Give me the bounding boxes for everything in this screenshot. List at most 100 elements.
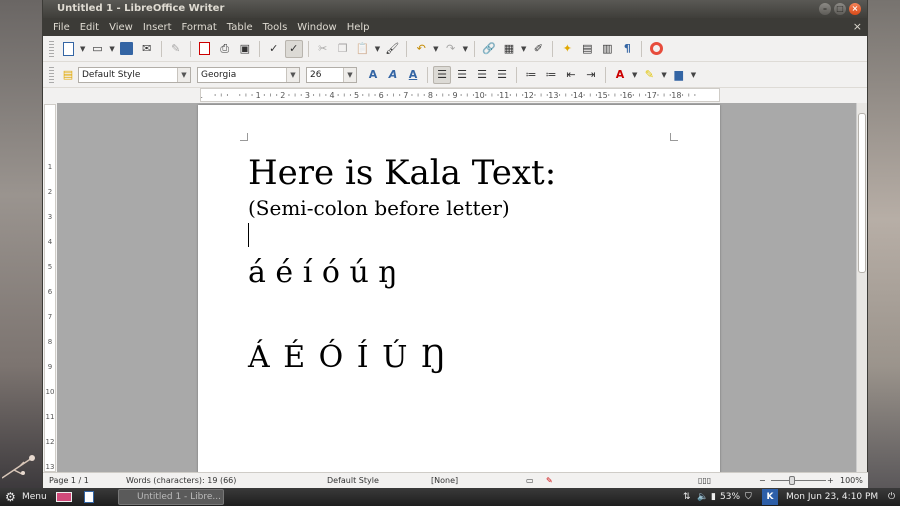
scrollbar-thumb[interactable] — [858, 113, 866, 273]
close-document-button[interactable]: × — [853, 20, 862, 33]
undo-icon[interactable]: ↶ — [412, 40, 430, 58]
align-center-icon[interactable]: ☰ — [453, 66, 471, 84]
edit-file-icon[interactable]: ✎ — [167, 40, 185, 58]
chevron-down-icon[interactable]: ▼ — [521, 45, 526, 53]
decrease-indent-icon[interactable]: ⇤ — [562, 66, 580, 84]
templates-icon[interactable]: ▭ — [88, 40, 106, 58]
zoom-out-icon[interactable]: − — [759, 473, 766, 488]
data-sources-icon[interactable]: ▥ — [598, 40, 616, 58]
hyperlink-icon[interactable]: 🔗 — [480, 40, 498, 58]
chevron-down-icon[interactable]: ▼ — [80, 45, 85, 53]
menu-edit[interactable]: Edit — [75, 22, 104, 33]
help-icon[interactable] — [647, 40, 665, 58]
language-status[interactable]: [None] — [431, 473, 458, 488]
toolbar-grip[interactable] — [49, 66, 54, 83]
font-color-icon[interactable]: A — [611, 66, 629, 84]
redo-icon[interactable]: ↷ — [442, 40, 460, 58]
doc-heading-line[interactable]: Here is Kala Text: — [248, 153, 556, 193]
menu-help[interactable]: Help — [342, 22, 375, 33]
increase-indent-icon[interactable]: ⇥ — [582, 66, 600, 84]
keyboard-layout-icon[interactable]: K — [762, 489, 778, 505]
table-icon[interactable]: ▦ — [500, 40, 518, 58]
document-canvas[interactable]: Here is Kala Text: (Semi-colon before le… — [57, 103, 856, 472]
italic-icon[interactable]: A — [384, 66, 402, 84]
cut-icon[interactable]: ✂ — [314, 40, 332, 58]
align-left-icon[interactable]: ☰ — [433, 65, 451, 84]
formatting-marks-icon[interactable]: ¶ — [618, 40, 636, 58]
chevron-down-icon[interactable]: ▼ — [286, 67, 299, 82]
chevron-down-icon[interactable]: ▼ — [177, 67, 190, 82]
vertical-ruler[interactable]: 1 2 3 4 5 6 7 8 9 10 11 12 13 — [44, 104, 56, 472]
word-count[interactable]: Words (characters): 19 (66) — [126, 473, 236, 488]
zoom-level[interactable]: 100% — [840, 473, 863, 488]
chevron-down-icon[interactable]: ▼ — [661, 71, 666, 79]
volume-icon[interactable]: 🔈 — [697, 488, 708, 506]
styles-and-formatting-icon[interactable]: ▤ — [59, 66, 77, 84]
menu-format[interactable]: Format — [177, 22, 222, 33]
zoom-slider-thumb[interactable] — [789, 476, 795, 485]
chevron-down-icon[interactable]: ▼ — [463, 45, 468, 53]
minimize-button[interactable]: – — [819, 3, 831, 15]
clone-formatting-icon[interactable]: 🖌 — [383, 40, 401, 58]
horizontal-ruler[interactable]: 1123456789101112131415161718 — [198, 88, 720, 102]
paragraph-style-combo[interactable]: Default Style ▼ — [78, 66, 191, 83]
selection-mode-icon[interactable]: ▭ — [526, 473, 534, 488]
view-layout-icon[interactable]: ▯▯▯ — [698, 473, 711, 488]
chevron-down-icon[interactable]: ▼ — [343, 67, 356, 82]
background-color-icon[interactable]: ▆ — [670, 66, 688, 84]
copy-icon[interactable]: ❐ — [334, 40, 352, 58]
highlighting-icon[interactable]: ✎ — [640, 66, 658, 84]
document-modified-icon[interactable]: ✎ — [546, 473, 553, 488]
bullets-icon[interactable]: ≔ — [542, 66, 560, 84]
paste-icon[interactable]: 📋 — [354, 40, 372, 58]
align-right-icon[interactable]: ☰ — [473, 66, 491, 84]
font-size-combo[interactable]: 26 ▼ — [306, 66, 357, 83]
chevron-down-icon[interactable]: ▼ — [433, 45, 438, 53]
menu-window[interactable]: Window — [292, 22, 341, 33]
spellcheck-icon[interactable]: ✓ — [265, 40, 283, 58]
start-menu-button[interactable]: Menu — [22, 488, 47, 506]
title-bar[interactable]: Untitled 1 - LibreOffice Writer – □ × — [43, 0, 867, 18]
show-draw-functions-icon[interactable]: ✐ — [529, 40, 547, 58]
page-count[interactable]: Page 1 / 1 — [49, 473, 89, 488]
print-preview-icon[interactable]: ▣ — [236, 40, 254, 58]
menu-tools[interactable]: Tools — [258, 22, 293, 33]
document-page[interactable]: Here is Kala Text: (Semi-colon before le… — [198, 105, 720, 472]
underline-icon[interactable]: A — [404, 66, 422, 84]
doc-uppercase-line[interactable]: Á É Ó Í Ú Ŋ — [248, 340, 448, 375]
chevron-down-icon[interactable]: ▼ — [632, 71, 637, 79]
menu-view[interactable]: View — [104, 22, 138, 33]
power-icon[interactable]: ⏻ — [888, 488, 895, 506]
doc-lowercase-line[interactable]: á é í ó ú ŋ — [248, 255, 398, 290]
gallery-icon[interactable]: ▤ — [578, 40, 596, 58]
toolbar-grip[interactable] — [49, 40, 54, 57]
clock[interactable]: Mon Jun 23, 4:10 PM — [786, 488, 878, 506]
zoom-in-icon[interactable]: + — [827, 473, 834, 488]
gear-icon[interactable]: ⚙ — [5, 488, 16, 506]
email-icon[interactable]: ✉ — [138, 40, 156, 58]
export-pdf-icon[interactable] — [196, 40, 214, 58]
menu-insert[interactable]: Insert — [138, 22, 177, 33]
maximize-button[interactable]: □ — [834, 3, 846, 15]
doc-subtitle-line[interactable]: (Semi-colon before letter) — [248, 196, 510, 220]
chevron-down-icon[interactable]: ▼ — [109, 45, 114, 53]
shield-icon[interactable]: ⛉ — [745, 488, 752, 506]
save-icon[interactable] — [118, 40, 136, 58]
navigator-icon[interactable]: ✦ — [558, 40, 576, 58]
battery-icon[interactable]: ▮ — [711, 488, 716, 506]
vertical-scrollbar[interactable] — [856, 103, 867, 472]
close-window-button[interactable]: × — [849, 3, 861, 15]
bold-icon[interactable]: A — [364, 66, 382, 84]
print-icon[interactable]: ⎙ — [216, 40, 234, 58]
network-icon[interactable]: ⇅ — [683, 488, 691, 506]
taskbar-window-button[interactable]: Untitled 1 - Libre... — [118, 489, 224, 505]
menu-table[interactable]: Table — [222, 22, 258, 33]
justify-icon[interactable]: ☰ — [493, 66, 511, 84]
zoom-slider[interactable] — [771, 480, 826, 481]
show-desktop-icon[interactable] — [56, 492, 72, 502]
numbering-icon[interactable]: ≔ — [522, 66, 540, 84]
chevron-down-icon[interactable]: ▼ — [375, 45, 380, 53]
autospellcheck-icon[interactable]: ✓ — [284, 39, 303, 58]
chevron-down-icon[interactable]: ▼ — [691, 71, 696, 79]
font-name-combo[interactable]: Georgia ▼ — [197, 66, 300, 83]
